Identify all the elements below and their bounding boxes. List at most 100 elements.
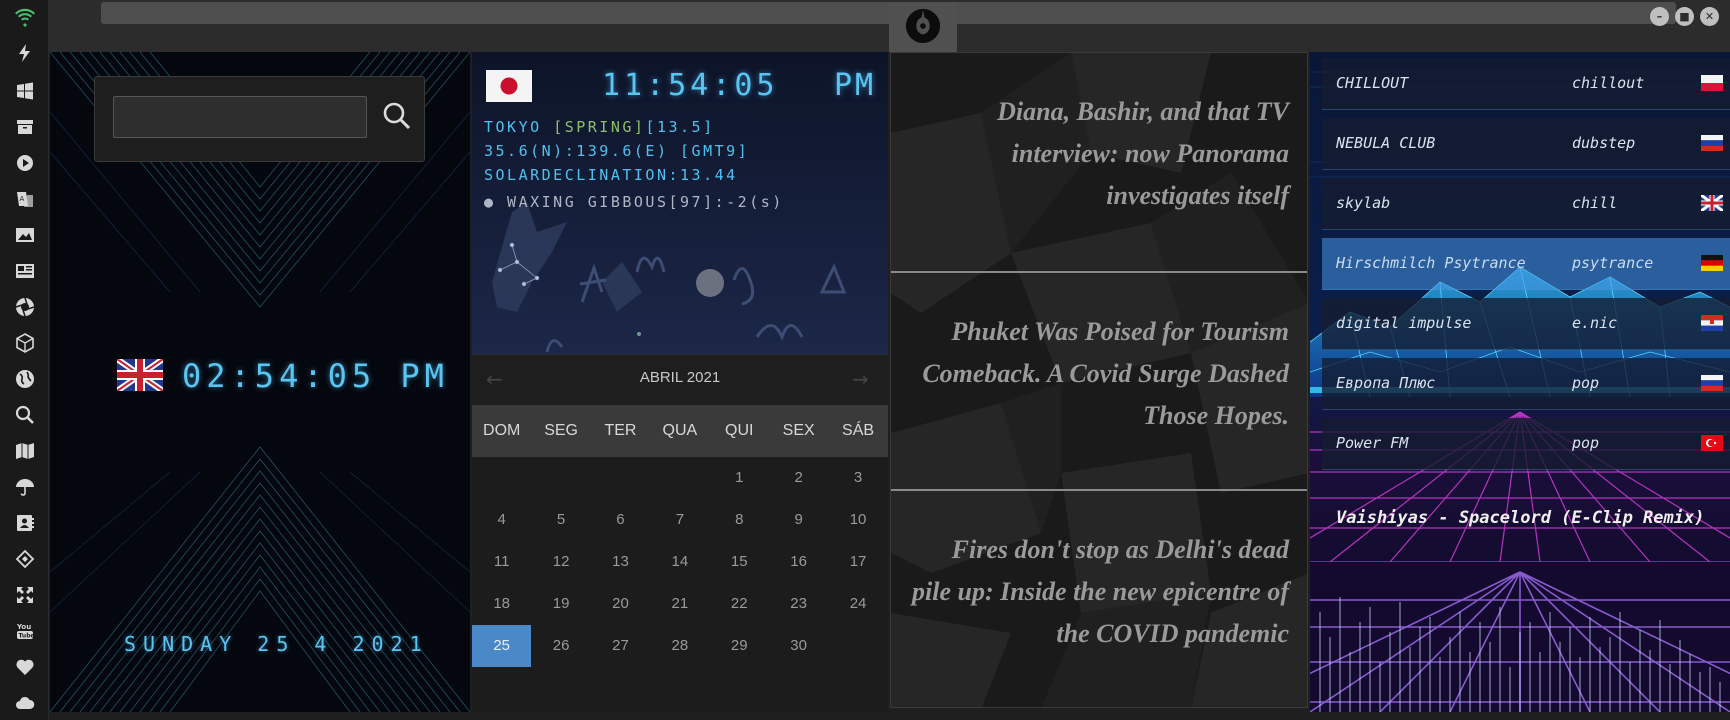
- emblem-tab[interactable]: [889, 2, 957, 52]
- windows-icon[interactable]: [13, 79, 36, 102]
- uk-time: 02:54:05 PM: [182, 357, 449, 395]
- calendar-day[interactable]: 20: [591, 583, 650, 625]
- calendar-day[interactable]: 21: [650, 583, 709, 625]
- news-icon[interactable]: [13, 259, 36, 282]
- now-playing-track: Vaishiyas - Spacelord (E-Clip Remix): [1336, 508, 1705, 528]
- calendar-day[interactable]: 2: [769, 457, 828, 499]
- station-name: skylab: [1336, 194, 1391, 212]
- play-icon[interactable]: [13, 151, 36, 174]
- calendar-day[interactable]: 8: [710, 499, 769, 541]
- calendar-day[interactable]: 23: [769, 583, 828, 625]
- uk-flag-icon: [115, 356, 165, 394]
- station-item[interactable]: Power FM pop: [1322, 418, 1730, 470]
- calendar-day[interactable]: 17: [828, 541, 887, 583]
- aperture-icon[interactable]: [13, 295, 36, 318]
- station-genre: dubstep: [1572, 134, 1636, 152]
- search-icon[interactable]: [13, 403, 36, 426]
- news-divider: [891, 271, 1307, 273]
- station-item[interactable]: skylab chill: [1322, 178, 1730, 230]
- station-name: Европа Плюс: [1336, 374, 1436, 392]
- maximize-button[interactable]: ■: [1675, 7, 1694, 26]
- station-name: Power FM: [1336, 434, 1409, 452]
- calendar-day[interactable]: 7: [650, 499, 709, 541]
- station-item[interactable]: Европа Плюс pop: [1322, 358, 1730, 410]
- image-icon[interactable]: [13, 223, 36, 246]
- calendar-day[interactable]: 3: [828, 457, 887, 499]
- tokyo-city-line: TOKYO [SPRING][13.5]: [484, 118, 715, 136]
- weekday-label: SÁB: [842, 422, 875, 439]
- desktop-app: A You Tube – ■ ✕ 02:54:05 PM SUNDAY 25 4…: [0, 0, 1730, 720]
- tokyo-temp: [13.5]: [645, 118, 715, 136]
- calendar-day[interactable]: 4: [472, 499, 531, 541]
- news-headline[interactable]: Phuket Was Poised for Tourism Comeback. …: [909, 311, 1289, 437]
- calendar-header: ← ABRIL 2021 →: [472, 355, 888, 405]
- youtube-icon[interactable]: You Tube: [13, 619, 36, 642]
- calendar-weekday-row: DOM SEG TER QUA QUI SEX SÁB: [472, 405, 888, 457]
- calendar-week: 25 26 27 28 29 30: [472, 625, 888, 667]
- wifi-icon[interactable]: [13, 5, 36, 28]
- top-bar: – ■ ✕: [49, 0, 1730, 52]
- search-box: [94, 76, 425, 162]
- tokyo-season: [SPRING]: [553, 118, 646, 136]
- news-panel: Diana, Bashir, and that TV interview: no…: [890, 52, 1308, 708]
- calendar-week: 18 19 20 21 22 23 24: [472, 583, 888, 625]
- heart-icon[interactable]: [13, 655, 36, 678]
- calendar-day[interactable]: 5: [531, 499, 590, 541]
- search-input[interactable]: [113, 96, 367, 138]
- calendar-day[interactable]: 12: [531, 541, 590, 583]
- station-item[interactable]: digital impulse e.nic: [1322, 298, 1730, 350]
- contacts-icon[interactable]: [13, 511, 36, 534]
- calendar-day[interactable]: 9: [769, 499, 828, 541]
- map-icon[interactable]: [13, 439, 36, 462]
- fullscreen-icon[interactable]: [13, 583, 36, 606]
- news-headline[interactable]: Fires don't stop as Delhi's dead pile up…: [909, 529, 1289, 655]
- umbrella-icon[interactable]: [13, 475, 36, 498]
- minimize-button[interactable]: –: [1650, 7, 1669, 26]
- station-genre: pop: [1572, 374, 1600, 392]
- station-genre: chill: [1572, 194, 1618, 212]
- station-genre: e.nic: [1572, 314, 1618, 332]
- tokyo-time: 11:54:05: [602, 68, 779, 103]
- calendar-day: [591, 457, 650, 499]
- calendar-day[interactable]: 27: [591, 625, 650, 667]
- radio-panel: CHILLOUT chillout NEBULA CLUB dubstep sk…: [1310, 52, 1730, 712]
- close-button[interactable]: ✕: [1700, 7, 1719, 26]
- weekday-label: SEX: [782, 422, 815, 439]
- station-item[interactable]: NEBULA CLUB dubstep: [1322, 118, 1730, 170]
- calendar-day[interactable]: 19: [531, 583, 590, 625]
- calendar-day[interactable]: 22: [710, 583, 769, 625]
- station-item-active[interactable]: Hirschmilch Psytrance psytrance: [1322, 238, 1730, 290]
- calendar-next-arrow-icon[interactable]: →: [852, 367, 869, 391]
- svg-text:Tube: Tube: [18, 632, 34, 639]
- calendar-day[interactable]: 6: [591, 499, 650, 541]
- search-icon[interactable]: [381, 100, 413, 132]
- calendar-day[interactable]: 11: [472, 541, 531, 583]
- calendar-day[interactable]: 24: [828, 583, 887, 625]
- calendar-day[interactable]: 16: [769, 541, 828, 583]
- calendar-week: 1 2 3: [472, 457, 888, 499]
- cloud-icon[interactable]: [13, 691, 36, 714]
- calendar-day[interactable]: 10: [828, 499, 887, 541]
- station-item[interactable]: CHILLOUT chillout: [1322, 58, 1730, 110]
- calendar-day[interactable]: 18: [472, 583, 531, 625]
- calendar-day[interactable]: 15: [710, 541, 769, 583]
- calendar-day[interactable]: 30: [769, 625, 828, 667]
- uk-date: SUNDAY 25 4 2021: [124, 632, 429, 656]
- calendar-day[interactable]: 28: [650, 625, 709, 667]
- calendar-day: [472, 457, 531, 499]
- calendar-day-today[interactable]: 25: [472, 625, 532, 667]
- calendar-day[interactable]: 1: [710, 457, 769, 499]
- calendar-day[interactable]: 29: [710, 625, 769, 667]
- bolt-icon[interactable]: [13, 41, 36, 64]
- code-icon[interactable]: [13, 547, 36, 570]
- calendar-day[interactable]: 13: [591, 541, 650, 583]
- calendar-day[interactable]: 26: [531, 625, 590, 667]
- calendar-day[interactable]: 14: [650, 541, 709, 583]
- news-headline[interactable]: Diana, Bashir, and that TV interview: no…: [909, 91, 1289, 217]
- translate-icon[interactable]: A: [13, 187, 36, 210]
- archive-icon[interactable]: [13, 115, 36, 138]
- weekday-label: DOM: [483, 422, 521, 439]
- cube-icon[interactable]: [13, 331, 36, 354]
- tokyo-moon-phase: ● WAXING GIBBOUS[97]:-2(s): [484, 193, 784, 211]
- globe-icon[interactable]: [13, 367, 36, 390]
